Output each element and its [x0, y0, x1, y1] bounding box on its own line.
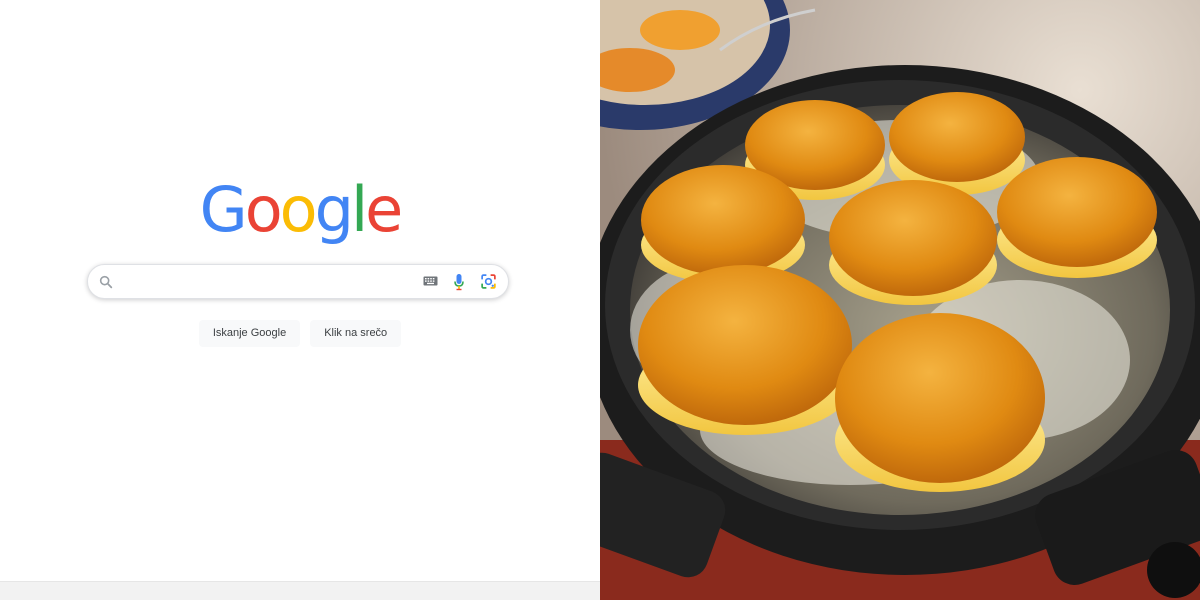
search-icon	[99, 275, 113, 289]
logo-letter-o1: o	[244, 173, 283, 246]
keyboard-icon[interactable]	[423, 276, 438, 286]
google-search-button[interactable]: Iskanje Google	[198, 320, 301, 347]
logo-letter-g: G	[199, 173, 248, 246]
doughnut-frying-photo	[600, 0, 1200, 600]
search-buttons: Iskanje Google Klik na srečo	[0, 320, 600, 347]
google-home-panel: Google Iskanje Google Klik na srečo	[0, 0, 600, 600]
logo-letter-g2: g	[314, 173, 354, 246]
lens-icon[interactable]	[480, 273, 497, 290]
search-input[interactable]	[122, 271, 396, 293]
mic-icon[interactable]	[453, 273, 465, 291]
google-logo: Google	[0, 170, 600, 250]
feeling-lucky-button[interactable]: Klik na srečo	[310, 320, 402, 347]
logo-letter-o2: o	[279, 173, 318, 246]
search-box[interactable]	[87, 264, 509, 299]
logo-letter-l: l	[350, 173, 368, 246]
footer-bar	[0, 581, 600, 600]
logo-letter-e: e	[365, 173, 403, 246]
